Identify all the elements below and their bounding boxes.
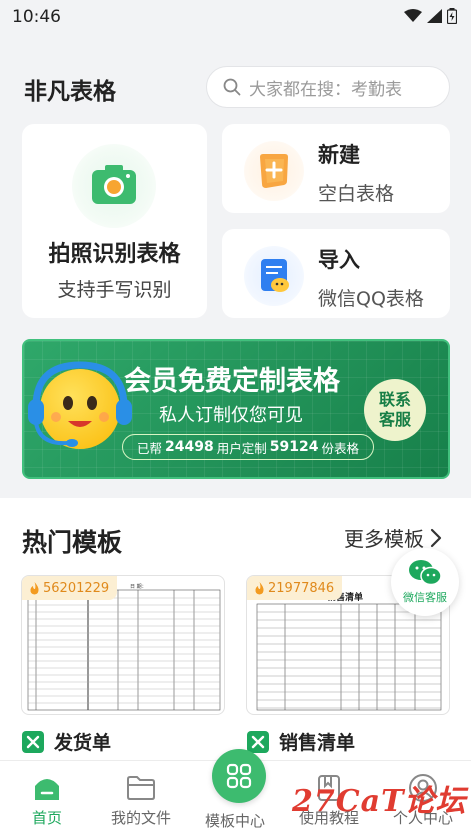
- photo-card-title: 拍照识别表格: [48, 242, 181, 267]
- nav-my-files-label: 我的文件: [110, 809, 171, 827]
- wifi-icon: [404, 9, 422, 22]
- watermark: 27CaT论坛: [292, 784, 467, 819]
- home-icon: [32, 773, 62, 803]
- banner-subtitle: 私人订制仅您可见: [159, 405, 303, 426]
- template-name-label: 发货单: [54, 732, 112, 754]
- nav-template-center[interactable]: 模板中心: [188, 749, 282, 837]
- new-card-subtitle: 空白表格: [318, 183, 395, 205]
- contact-line1: 联系: [378, 390, 411, 409]
- status-bar: 10:46: [0, 0, 471, 34]
- photo-card-subtitle: 支持手写识别: [57, 279, 172, 301]
- search-input[interactable]: 大家都在搜：考勤表: [206, 66, 450, 108]
- popularity-badge: 56201229: [22, 576, 118, 600]
- mascot-headset-icon: [28, 361, 132, 449]
- new-icon-bubble: [244, 141, 304, 201]
- users-count: 24498: [165, 439, 214, 455]
- template-name-label: 销售清单: [279, 732, 356, 754]
- template-card-shipping[interactable]: 56201229 日 期：: [21, 575, 225, 715]
- wechat-service-label: 微信客服: [403, 591, 447, 604]
- fire-icon: [255, 581, 264, 594]
- search-icon: [223, 78, 241, 96]
- import-card-subtitle: 微信QQ表格: [318, 288, 424, 310]
- chevron-right-icon: [430, 528, 442, 547]
- stats-suffix: 份表格: [321, 440, 359, 456]
- import-document-icon: [261, 259, 289, 292]
- membership-custom-banner[interactable]: 会员免费定制表格 私人订制仅您可见 已帮 24498 用户定制 59124 份表…: [22, 339, 450, 479]
- status-icons: [404, 8, 457, 24]
- add-file-icon: [260, 154, 288, 188]
- nav-template-center-label: 模板中心: [204, 812, 265, 830]
- camera-icon-bubble: [72, 144, 156, 228]
- import-card-title: 导入: [318, 248, 360, 272]
- nav-home[interactable]: 首页: [0, 761, 94, 837]
- folder-icon: [126, 773, 156, 803]
- fire-icon: [30, 581, 39, 594]
- popularity-count: 21977846: [268, 580, 335, 596]
- import-sheet-card[interactable]: 导入 微信QQ表格: [222, 229, 450, 318]
- template-name-sales-list[interactable]: 销售清单: [247, 728, 355, 755]
- status-time: 10:46: [12, 7, 61, 27]
- hot-templates-section: 热门模板 更多模板 56201229 日 期： 发货单 21977846 销售清…: [0, 498, 471, 760]
- forms-count: 59124: [269, 439, 319, 455]
- excel-icon: [22, 730, 44, 753]
- more-templates-label: 更多模板: [344, 527, 424, 551]
- new-blank-sheet-card[interactable]: 新建 空白表格: [222, 124, 450, 213]
- banner-title: 会员免费定制表格: [124, 366, 340, 397]
- excel-icon: [247, 730, 269, 753]
- contact-service-button[interactable]: 联系 客服: [364, 379, 426, 441]
- contact-line2: 客服: [378, 410, 411, 429]
- grid-icon: [212, 749, 266, 803]
- wechat-service-float-button[interactable]: 微信客服: [391, 548, 459, 616]
- wechat-icon: [409, 560, 442, 586]
- photo-recognize-card[interactable]: 拍照识别表格 支持手写识别: [22, 124, 207, 318]
- new-card-title: 新建: [318, 143, 360, 167]
- import-icon-bubble: [244, 246, 304, 306]
- nav-home-label: 首页: [31, 809, 62, 827]
- app-title: 非凡表格: [24, 79, 116, 105]
- search-placeholder: 大家都在搜：考勤表: [249, 79, 402, 100]
- sheet-date-label: 日 期：: [130, 584, 147, 590]
- stats-middle: 用户定制: [216, 440, 267, 456]
- popularity-count: 56201229: [43, 580, 110, 596]
- hot-templates-title: 热门模板: [22, 528, 123, 557]
- template-name-shipping[interactable]: 发货单: [22, 728, 111, 755]
- banner-stats: 已帮 24498 用户定制 59124 份表格: [122, 434, 374, 460]
- stats-prefix: 已帮: [137, 440, 163, 456]
- camera-icon: [92, 165, 136, 204]
- nav-my-files[interactable]: 我的文件: [94, 761, 188, 837]
- popularity-badge: 21977846: [247, 576, 343, 600]
- signal-icon: [427, 9, 442, 23]
- battery-icon: [447, 8, 457, 24]
